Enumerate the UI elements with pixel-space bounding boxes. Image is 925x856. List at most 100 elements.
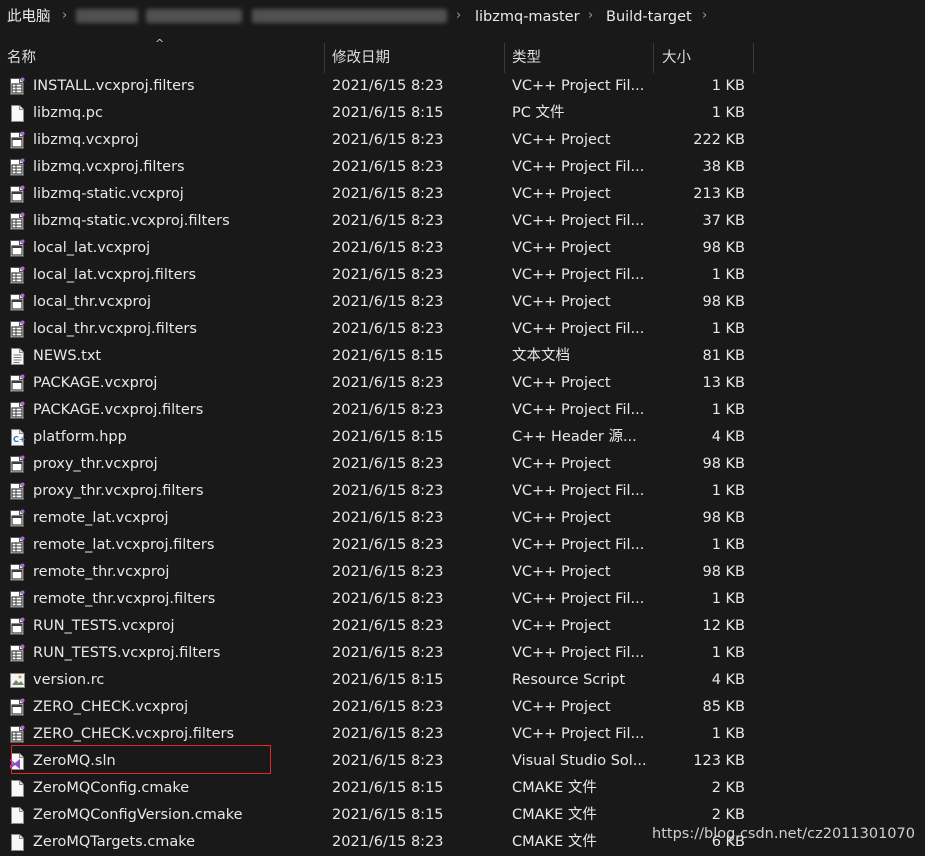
file-row[interactable]: remote_thr.vcxproj 2021/6/15 8:23 VC++ Pro… [0, 559, 760, 586]
file-size: 1 KB [711, 267, 745, 283]
file-size: 37 KB [702, 213, 745, 229]
file-name: RUN_TESTS.vcxproj.filters [33, 645, 221, 661]
file-size: 1 KB [711, 402, 745, 418]
file-name: ZeroMQConfig.cmake [33, 780, 190, 796]
file-row[interactable]: proxy_thr.vcxproj.filters 2021/6/15 8:23 V… [0, 478, 760, 505]
file-name: ZeroMQTargets.cmake [33, 834, 196, 850]
file-date: 2021/6/15 8:15 [332, 780, 444, 796]
file-name: libzmq-static.vcxproj.filters [33, 213, 230, 229]
file-type: VC++ Project [512, 375, 611, 391]
file-row[interactable]: remote_thr.vcxproj.filters 2021/6/15 8:23… [0, 586, 760, 613]
file-row[interactable]: PACKAGE.vcxproj 2021/6/15 8:23 VC++ Projec… [0, 370, 760, 397]
file-row[interactable]: C+ platform.hpp 2021/6/15 8:15 C++ Header 源… [0, 424, 760, 451]
chevron-right-icon[interactable]: › [62, 6, 67, 26]
file-name: libzmq-static.vcxproj [33, 186, 184, 202]
sort-ascending-icon: ^ [155, 37, 165, 50]
column-header-name[interactable]: 名称 [7, 43, 36, 73]
file-size: 98 KB [702, 456, 745, 472]
column-divider[interactable] [504, 43, 505, 73]
file-type: VC++ Project [512, 456, 611, 472]
vcxproj-filters-icon [9, 590, 26, 609]
file-row[interactable]: ZERO_CHECK.vcxproj 2021/6/15 8:23 VC++ Pro… [0, 694, 760, 721]
file-date: 2021/6/15 8:23 [332, 699, 444, 715]
file-row[interactable]: RUN_TESTS.vcxproj 2021/6/15 8:23 VC++ Proj… [0, 613, 760, 640]
file-row[interactable]: RUN_TESTS.vcxproj.filters 2021/6/15 8:23 V… [0, 640, 760, 667]
redacted-path-segment [76, 9, 138, 23]
file-size: 1 KB [711, 78, 745, 94]
file-row[interactable]: version.rc 2021/6/15 8:15 Resource Script 4… [0, 667, 760, 694]
column-divider[interactable] [324, 43, 325, 73]
file-row[interactable]: NEWS.txt 2021/6/15 8:15 文本文档 81 KB [0, 343, 760, 370]
file-date: 2021/6/15 8:15 [332, 807, 444, 823]
file-row[interactable]: local_thr.vcxproj 2021/6/15 8:23 VC++ Proj… [0, 289, 760, 316]
file-row[interactable]: libzmq-static.vcxproj.filters 2021/6/15 8… [0, 208, 760, 235]
file-row[interactable]: ZeroMQ.sln 2021/6/15 8:23 Visual Studio So… [0, 748, 760, 775]
file-row[interactable]: INSTALL.vcxproj.filters 2021/6/15 8:23 VC+… [0, 73, 760, 100]
file-row[interactable]: ZeroMQConfig.cmake 2021/6/15 8:15 CMAKE 文件… [0, 775, 760, 802]
file-type: VC++ Project Fil... [512, 402, 645, 418]
file-row[interactable]: local_lat.vcxproj.filters 2021/6/15 8:23 V… [0, 262, 760, 289]
file-type: VC++ Project Fil... [512, 321, 645, 337]
file-date: 2021/6/15 8:23 [332, 375, 444, 391]
vcxproj-icon [9, 185, 26, 204]
breadcrumb-build-target[interactable]: Build-target [606, 7, 692, 27]
file-row[interactable]: libzmq.pc 2021/6/15 8:15 PC 文件 1 KB [0, 100, 760, 127]
column-divider[interactable] [753, 43, 754, 73]
column-header-size[interactable]: 大小 [662, 43, 691, 73]
vcxproj-icon [9, 617, 26, 636]
vcxproj-filters-icon [9, 320, 26, 339]
file-type: VC++ Project Fil... [512, 537, 645, 553]
column-divider[interactable] [653, 43, 654, 73]
chevron-right-icon[interactable]: › [702, 6, 707, 26]
vcxproj-filters-icon [9, 212, 26, 231]
file-row[interactable]: ZeroMQTargets.cmake 2021/6/15 8:23 CMAKE 文… [0, 829, 760, 856]
vcxproj-filters-icon [9, 536, 26, 555]
file-size: 1 KB [711, 645, 745, 661]
file-row[interactable]: proxy_thr.vcxproj 2021/6/15 8:23 VC++ Proj… [0, 451, 760, 478]
file-date: 2021/6/15 8:23 [332, 483, 444, 499]
file-size: 1 KB [711, 321, 745, 337]
file-type: VC++ Project [512, 699, 611, 715]
visual-studio-solution-icon [9, 752, 26, 771]
file-row[interactable]: remote_lat.vcxproj 2021/6/15 8:23 VC++ Pro… [0, 505, 760, 532]
file-row[interactable]: PACKAGE.vcxproj.filters 2021/6/15 8:23 VC+… [0, 397, 760, 424]
file-row[interactable]: libzmq-static.vcxproj 2021/6/15 8:23 VC++ … [0, 181, 760, 208]
file-date: 2021/6/15 8:23 [332, 240, 444, 256]
file-date: 2021/6/15 8:15 [332, 348, 444, 364]
file-name: remote_thr.vcxproj.filters [33, 591, 216, 607]
vcxproj-icon [9, 239, 26, 258]
file-date: 2021/6/15 8:23 [332, 159, 444, 175]
file-type: VC++ Project [512, 132, 611, 148]
file-row[interactable]: ZERO_CHECK.vcxproj.filters 2021/6/15 8:23… [0, 721, 760, 748]
chevron-right-icon[interactable]: › [588, 6, 593, 26]
file-size: 98 KB [702, 510, 745, 526]
file-date: 2021/6/15 8:15 [332, 672, 444, 688]
file-type: C++ Header 源... [512, 429, 637, 445]
file-row[interactable]: local_thr.vcxproj.filters 2021/6/15 8:23 V… [0, 316, 760, 343]
vcxproj-icon [9, 455, 26, 474]
file-row[interactable]: libzmq.vcxproj.filters 2021/6/15 8:23 VC++… [0, 154, 760, 181]
file-name: INSTALL.vcxproj.filters [33, 78, 195, 94]
address-bar[interactable]: 此电脑 › › libzmq-master › Build-target › [0, 0, 925, 33]
breadcrumb-this-pc[interactable]: 此电脑 [7, 7, 51, 27]
vcxproj-filters-icon [9, 644, 26, 663]
file-name: local_thr.vcxproj [33, 294, 152, 310]
breadcrumb-libzmq-master[interactable]: libzmq-master [475, 7, 580, 27]
file-row[interactable]: remote_lat.vcxproj.filters 2021/6/15 8:23… [0, 532, 760, 559]
file-row[interactable]: local_lat.vcxproj 2021/6/15 8:23 VC++ Proj… [0, 235, 760, 262]
file-date: 2021/6/15 8:23 [332, 591, 444, 607]
file-size: 98 KB [702, 240, 745, 256]
file-size: 1 KB [711, 483, 745, 499]
file-row[interactable]: libzmq.vcxproj 2021/6/15 8:23 VC++ Project… [0, 127, 760, 154]
column-header-type[interactable]: 类型 [512, 43, 541, 73]
file-row[interactable]: ZeroMQConfigVersion.cmake 2021/6/15 8:15 C… [0, 802, 760, 829]
column-header-row: ^ 名称 修改日期 类型 大小 [0, 37, 925, 73]
file-size: 213 KB [693, 186, 745, 202]
vcxproj-filters-icon [9, 401, 26, 420]
file-type: VC++ Project Fil... [512, 726, 645, 742]
file-name: ZeroMQ.sln [33, 753, 116, 769]
chevron-right-icon[interactable]: › [456, 6, 461, 26]
file-size: 13 KB [702, 375, 745, 391]
vcxproj-filters-icon [9, 482, 26, 501]
column-header-date[interactable]: 修改日期 [332, 43, 390, 73]
